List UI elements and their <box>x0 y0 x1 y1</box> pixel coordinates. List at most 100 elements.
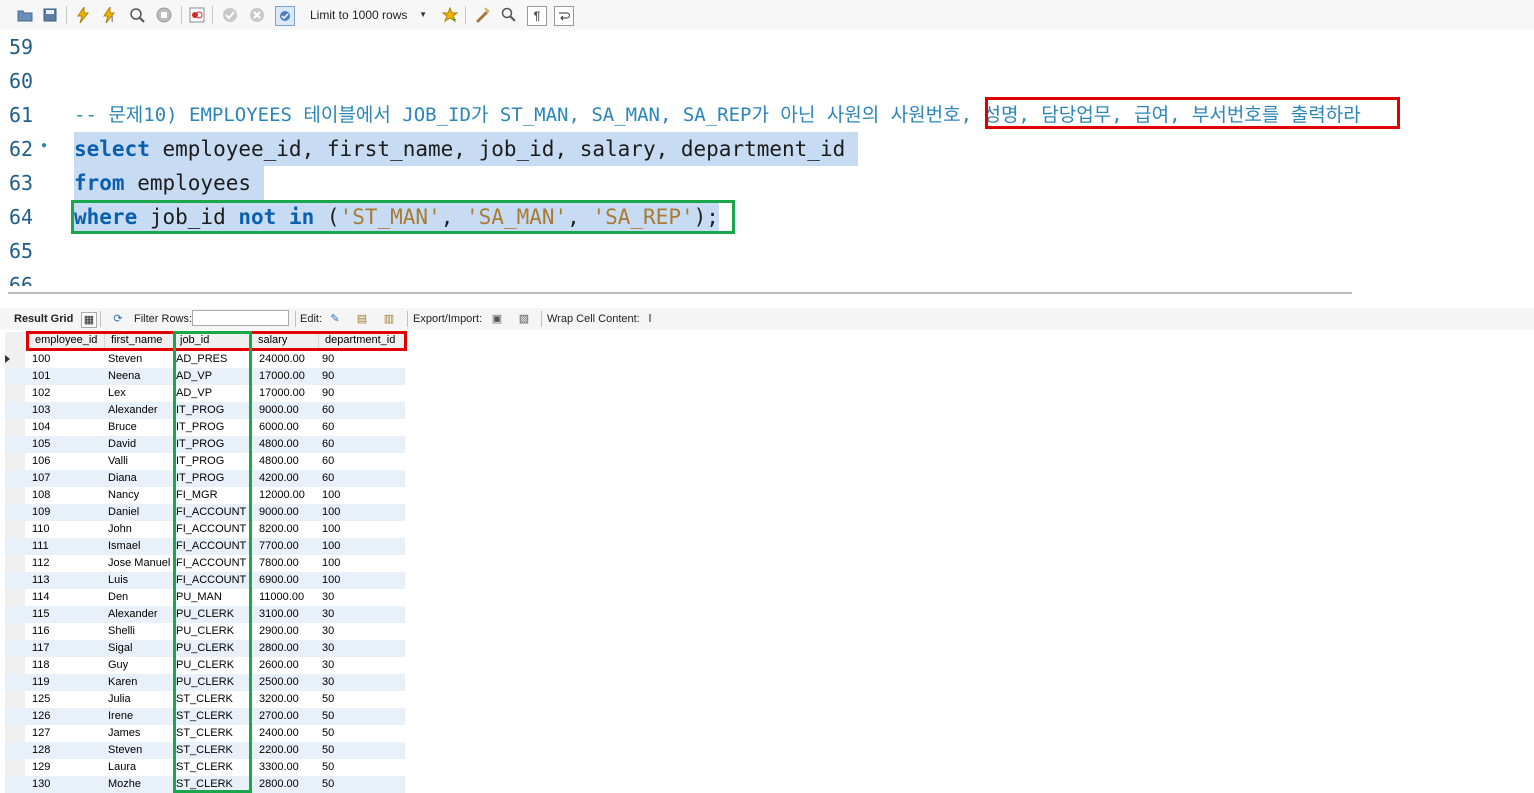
cell-salary[interactable]: 11000.00 <box>259 591 304 603</box>
cell-salary[interactable]: 3100.00 <box>259 608 299 620</box>
cell-first_name[interactable]: Shelli <box>108 625 135 637</box>
cell-employee_id[interactable]: 129 <box>32 761 50 773</box>
fold-marker-icon[interactable]: ● <box>41 140 47 151</box>
cell-department_id[interactable]: 50 <box>322 744 334 756</box>
cell-salary[interactable]: 24000.00 <box>259 353 305 365</box>
cell-department_id[interactable]: 30 <box>322 591 334 603</box>
toggle-icon[interactable] <box>188 6 206 24</box>
cell-employee_id[interactable]: 103 <box>32 404 50 416</box>
cell-salary[interactable]: 4800.00 <box>259 438 299 450</box>
execute-current-icon[interactable]: I <box>101 6 119 24</box>
add-row-icon[interactable]: ▤ <box>355 312 369 326</box>
cell-salary[interactable]: 17000.00 <box>259 387 305 399</box>
cell-first_name[interactable]: Neena <box>108 370 140 382</box>
cell-department_id[interactable]: 100 <box>322 557 340 569</box>
cell-employee_id[interactable]: 101 <box>32 370 50 382</box>
grid-icon[interactable]: ▦ <box>81 312 97 328</box>
cell-department_id[interactable]: 30 <box>322 676 334 688</box>
cell-employee_id[interactable]: 119 <box>32 676 50 688</box>
rollback-icon[interactable] <box>248 6 266 24</box>
invisible-chars-icon[interactable]: ¶ <box>527 6 547 26</box>
cell-department_id[interactable]: 100 <box>322 540 340 552</box>
cell-salary[interactable]: 4800.00 <box>259 455 299 467</box>
sql-editor[interactable]: 59 60 61 62 ● 63 64 65 66 -- 문제10) EMPLO… <box>0 30 1534 286</box>
cell-salary[interactable]: 17000.00 <box>259 370 305 382</box>
limit-rows-select[interactable]: Limit to 1000 rows ▼ <box>305 6 431 24</box>
cell-first_name[interactable]: Guy <box>108 659 128 671</box>
cell-salary[interactable]: 2200.00 <box>259 744 299 756</box>
cell-department_id[interactable]: 90 <box>322 370 334 382</box>
cell-salary[interactable]: 9000.00 <box>259 506 299 518</box>
find-icon[interactable] <box>500 6 518 24</box>
cell-first_name[interactable]: Valli <box>108 455 128 467</box>
cell-employee_id[interactable]: 127 <box>32 727 50 739</box>
cell-salary[interactable]: 8200.00 <box>259 523 299 535</box>
import-icon[interactable]: ▨ <box>517 312 531 326</box>
cell-salary[interactable]: 12000.00 <box>259 489 305 501</box>
cell-employee_id[interactable]: 105 <box>32 438 50 450</box>
editor-result-splitter[interactable] <box>8 292 1352 294</box>
cell-employee_id[interactable]: 126 <box>32 710 50 722</box>
wrap-cell-icon[interactable]: Ⅰ <box>643 312 657 326</box>
cell-salary[interactable]: 2600.00 <box>259 659 299 671</box>
cell-salary[interactable]: 3300.00 <box>259 761 299 773</box>
cell-department_id[interactable]: 60 <box>322 455 334 467</box>
cell-employee_id[interactable]: 116 <box>32 625 50 637</box>
cell-first_name[interactable]: Karen <box>108 676 137 688</box>
edit-row-icon[interactable]: ✎ <box>328 312 342 326</box>
cell-employee_id[interactable]: 106 <box>32 455 50 467</box>
cell-department_id[interactable]: 60 <box>322 404 334 416</box>
cell-salary[interactable]: 2700.00 <box>259 710 299 722</box>
cell-first_name[interactable]: Nancy <box>108 489 139 501</box>
cell-employee_id[interactable]: 108 <box>32 489 50 501</box>
cell-department_id[interactable]: 50 <box>322 778 334 790</box>
cell-department_id[interactable]: 30 <box>322 642 334 654</box>
cell-first_name[interactable]: David <box>108 438 136 450</box>
cell-salary[interactable]: 6000.00 <box>259 421 299 433</box>
commit-icon[interactable] <box>221 6 239 24</box>
cell-first_name[interactable]: Jose Manuel <box>108 557 170 569</box>
cell-salary[interactable]: 3200.00 <box>259 693 299 705</box>
cell-department_id[interactable]: 30 <box>322 659 334 671</box>
cell-department_id[interactable]: 50 <box>322 693 334 705</box>
result-grid-tab[interactable]: Result Grid <box>14 313 73 325</box>
cell-department_id[interactable]: 50 <box>322 727 334 739</box>
cell-salary[interactable]: 2400.00 <box>259 727 299 739</box>
cell-first_name[interactable]: Luis <box>108 574 128 586</box>
cell-employee_id[interactable]: 128 <box>32 744 50 756</box>
cell-salary[interactable]: 2500.00 <box>259 676 299 688</box>
stop-icon[interactable] <box>155 6 173 24</box>
cell-first_name[interactable]: Steven <box>108 744 142 756</box>
cell-department_id[interactable]: 30 <box>322 625 334 637</box>
cell-first_name[interactable]: James <box>108 727 140 739</box>
cell-department_id[interactable]: 30 <box>322 608 334 620</box>
cell-first_name[interactable]: Lex <box>108 387 126 399</box>
execute-icon[interactable] <box>74 6 92 24</box>
cell-employee_id[interactable]: 115 <box>32 608 50 620</box>
cell-employee_id[interactable]: 104 <box>32 421 50 433</box>
cell-first_name[interactable]: Steven <box>108 353 142 365</box>
cell-first_name[interactable]: Alexander <box>108 608 158 620</box>
cell-employee_id[interactable]: 125 <box>32 693 50 705</box>
cell-first_name[interactable]: Daniel <box>108 506 139 518</box>
cell-first_name[interactable]: Sigal <box>108 642 132 654</box>
filter-rows-input[interactable] <box>192 310 289 326</box>
cell-first_name[interactable]: Julia <box>108 693 131 705</box>
cell-employee_id[interactable]: 102 <box>32 387 50 399</box>
cell-employee_id[interactable]: 130 <box>32 778 50 790</box>
cell-salary[interactable]: 7700.00 <box>259 540 299 552</box>
save-icon[interactable] <box>41 6 59 24</box>
export-icon[interactable]: ▣ <box>490 312 504 326</box>
cell-department_id[interactable]: 60 <box>322 421 334 433</box>
cell-employee_id[interactable]: 117 <box>32 642 50 654</box>
cell-first_name[interactable]: Den <box>108 591 128 603</box>
cell-salary[interactable]: 2900.00 <box>259 625 299 637</box>
add-snippet-icon[interactable]: + <box>441 6 459 24</box>
cell-employee_id[interactable]: 118 <box>32 659 50 671</box>
cell-salary[interactable]: 2800.00 <box>259 778 299 790</box>
cell-department_id[interactable]: 60 <box>322 472 334 484</box>
cell-salary[interactable]: 6900.00 <box>259 574 299 586</box>
delete-row-icon[interactable]: ▥ <box>382 312 396 326</box>
cell-first_name[interactable]: Diana <box>108 472 137 484</box>
cell-department_id[interactable]: 90 <box>322 353 334 365</box>
